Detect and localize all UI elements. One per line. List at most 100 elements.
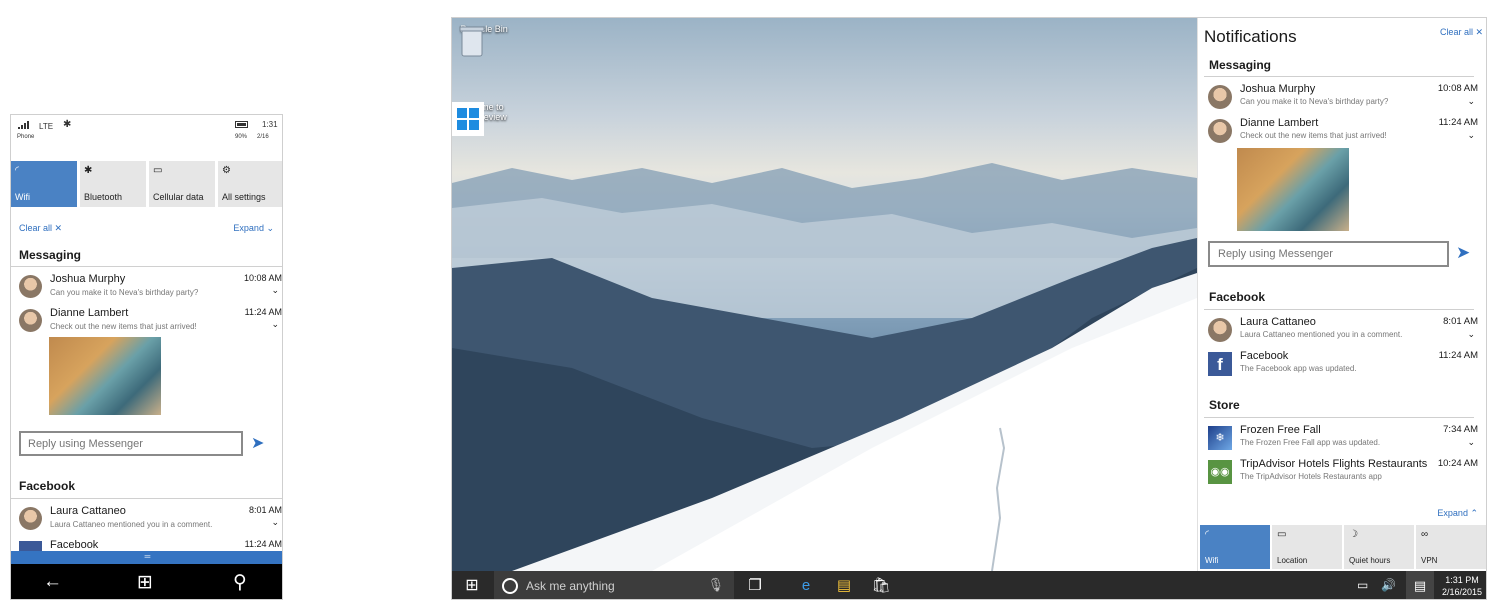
notification-laura-cattaneo[interactable]: Laura Cattaneo Laura Cattaneo mentioned … — [1208, 316, 1478, 348]
task-view-icon[interactable]: ❐ — [745, 576, 765, 596]
notification-dianne-lambert[interactable]: Dianne Lambert Check out the new items t… — [1208, 117, 1478, 149]
action-center-button[interactable]: ▤ — [1406, 571, 1434, 599]
microphone-icon[interactable]: 🎙 — [707, 577, 724, 593]
chevron-down-icon[interactable]: ⌄ — [1467, 96, 1475, 107]
desktop-screen: Recycle Bin Welcome to Tech Preview Noti… — [451, 17, 1487, 600]
quick-action-quiet-hours[interactable]: ☽ Quiet hours — [1344, 525, 1414, 569]
quick-action-label: Quiet hours — [1349, 556, 1391, 565]
frozen-free-fall-icon: ❄ — [1208, 426, 1232, 450]
reply-input[interactable] — [19, 431, 243, 456]
notification-laura-cattaneo[interactable]: Laura Cattaneo Laura Cattaneo mentioned … — [19, 505, 282, 535]
facebook-icon: f — [1208, 352, 1232, 376]
search-placeholder: Ask me anything — [526, 579, 615, 593]
notification-time: 7:34 AM — [1443, 424, 1478, 435]
divider — [1204, 309, 1474, 310]
quick-action-label: Wifi — [15, 192, 30, 202]
quick-action-vpn[interactable]: ∞ VPN — [1416, 525, 1486, 569]
phone-quick-actions: ◜ Wifi ✱ Bluetooth ▭ Cellular data ⚙ All… — [11, 161, 282, 207]
divider — [1204, 417, 1474, 418]
facebook-icon — [19, 541, 42, 551]
avatar — [19, 507, 42, 530]
notification-joshua-murphy[interactable]: Joshua Murphy Can you make it to Neva's … — [1208, 83, 1478, 115]
windows-logo-icon[interactable]: ⊞ — [137, 571, 153, 594]
bluetooth-icon: ✱ — [84, 165, 93, 176]
notification-sender: Joshua Murphy — [50, 273, 126, 285]
notification-time: 10:24 AM — [1437, 458, 1478, 469]
start-button[interactable]: ⊞ — [452, 571, 492, 599]
chevron-down-icon[interactable]: ⌄ — [1467, 130, 1475, 141]
notification-tripadvisor[interactable]: ◉◉ TripAdvisor Hotels Flights Restaurant… — [1208, 458, 1478, 490]
search-box[interactable]: Ask me anything 🎙 — [494, 571, 734, 599]
chevron-down-icon[interactable]: ⌄ — [271, 319, 279, 330]
windows-logo-icon: ⊞ — [465, 577, 479, 594]
moon-icon: ☽ — [1349, 529, 1358, 540]
notification-time: 11:24 AM — [244, 539, 282, 549]
clear-all-button[interactable]: Clear all ✕ — [19, 223, 62, 234]
network-icon[interactable]: ▭ — [1357, 578, 1368, 592]
phone-action-center: Phone LTE ✱ 90% 1:31 2/16 ◜ Wifi ✱ Bluet… — [10, 114, 283, 600]
phone-status-bar: Phone LTE ✱ 90% 1:31 2/16 — [11, 115, 282, 145]
notification-sender: TripAdvisor Hotels Flights Restaurants — [1240, 458, 1428, 470]
section-header-messaging: Messaging — [19, 248, 82, 262]
chevron-down-icon[interactable]: ⌄ — [271, 517, 279, 528]
chevron-down-icon[interactable]: ⌄ — [1467, 437, 1475, 448]
avatar — [1208, 318, 1232, 342]
quick-action-label: VPN — [1421, 556, 1438, 565]
phone-nav-bar: ← ⊞ ⚲ — [11, 564, 282, 599]
notification-message: The TripAdvisor Hotels Restaurants app — [1240, 472, 1382, 481]
notification-message: Laura Cattaneo mentioned you in a commen… — [1240, 330, 1403, 339]
notification-message: The Frozen Free Fall app was updated. — [1240, 438, 1381, 447]
send-icon[interactable]: ➤ — [251, 433, 264, 453]
notification-joshua-murphy[interactable]: Joshua Murphy Can you make it to Neva's … — [19, 273, 282, 303]
notification-sender: Dianne Lambert — [50, 307, 129, 319]
search-icon[interactable]: ⚲ — [233, 571, 247, 594]
clear-all-button[interactable]: Clear all ✕ — [1440, 27, 1483, 38]
drag-handle[interactable]: ═ — [11, 551, 282, 564]
message-icon: ▤ — [1413, 578, 1427, 593]
signal-strength-icon — [18, 121, 29, 129]
quick-action-wifi[interactable]: ◜ Wifi — [1200, 525, 1270, 569]
send-icon[interactable]: ➤ — [1456, 243, 1470, 263]
notification-sender: Dianne Lambert — [1240, 117, 1319, 129]
cortana-icon — [502, 578, 518, 594]
quick-action-location[interactable]: ▭ Location — [1272, 525, 1342, 569]
volume-icon[interactable]: 🔊 — [1381, 578, 1396, 592]
back-icon[interactable]: ← — [43, 571, 62, 593]
panel-title: Notifications — [1204, 27, 1297, 46]
avatar — [19, 275, 42, 298]
notification-time: 8:01 AM — [248, 505, 282, 515]
file-explorer-icon[interactable]: ▤ — [834, 576, 854, 596]
expand-button[interactable]: Expand ⌃ — [1437, 508, 1478, 519]
store-icon[interactable]: 🛍 — [871, 576, 891, 596]
clock-date: 2/16/2015 — [1441, 587, 1483, 597]
wifi-icon: ◜ — [15, 165, 19, 176]
reply-input[interactable] — [1208, 241, 1449, 267]
notification-time: 11:24 AM — [244, 307, 282, 317]
notification-frozen-free-fall[interactable]: ❄ Frozen Free Fall The Frozen Free Fall … — [1208, 424, 1478, 456]
quick-action-cellular-data[interactable]: ▭ Cellular data — [149, 161, 215, 207]
quick-action-wifi[interactable]: ◜ Wifi — [11, 161, 77, 207]
clock-time: 1:31 PM — [1445, 575, 1479, 585]
notification-facebook[interactable]: f Facebook The Facebook app was updated.… — [1208, 350, 1478, 382]
divider — [1204, 76, 1474, 77]
chevron-down-icon[interactable]: ⌄ — [271, 285, 279, 296]
quick-action-bluetooth[interactable]: ✱ Bluetooth — [80, 161, 146, 207]
status-date: 2/16 — [257, 134, 269, 140]
quick-action-all-settings[interactable]: ⚙ All settings — [218, 161, 282, 207]
chevron-down-icon[interactable]: ⌄ — [1467, 329, 1475, 340]
taskbar-clock[interactable]: 1:31 PM 2/16/2015 — [1438, 574, 1486, 598]
section-header-facebook: Facebook — [19, 479, 76, 493]
notification-sender: Facebook — [1240, 350, 1289, 362]
internet-explorer-icon[interactable]: e — [796, 576, 816, 596]
notification-image — [1237, 148, 1349, 231]
desktop-icon-welcome[interactable]: Welcome to Tech Preview — [452, 102, 508, 136]
desktop-icon-recycle-bin[interactable]: Recycle Bin — [456, 24, 512, 57]
expand-button[interactable]: Expand ⌄ — [233, 223, 274, 234]
desktop-wallpaper: Recycle Bin Welcome to Tech Preview — [452, 18, 1197, 571]
tripadvisor-icon: ◉◉ — [1208, 460, 1232, 484]
avatar — [1208, 85, 1232, 109]
notification-dianne-lambert[interactable]: Dianne Lambert Check out the new items t… — [19, 307, 282, 337]
battery-icon — [235, 121, 248, 128]
location-icon: ▭ — [1277, 529, 1287, 540]
wifi-icon: ◜ — [1205, 529, 1209, 540]
